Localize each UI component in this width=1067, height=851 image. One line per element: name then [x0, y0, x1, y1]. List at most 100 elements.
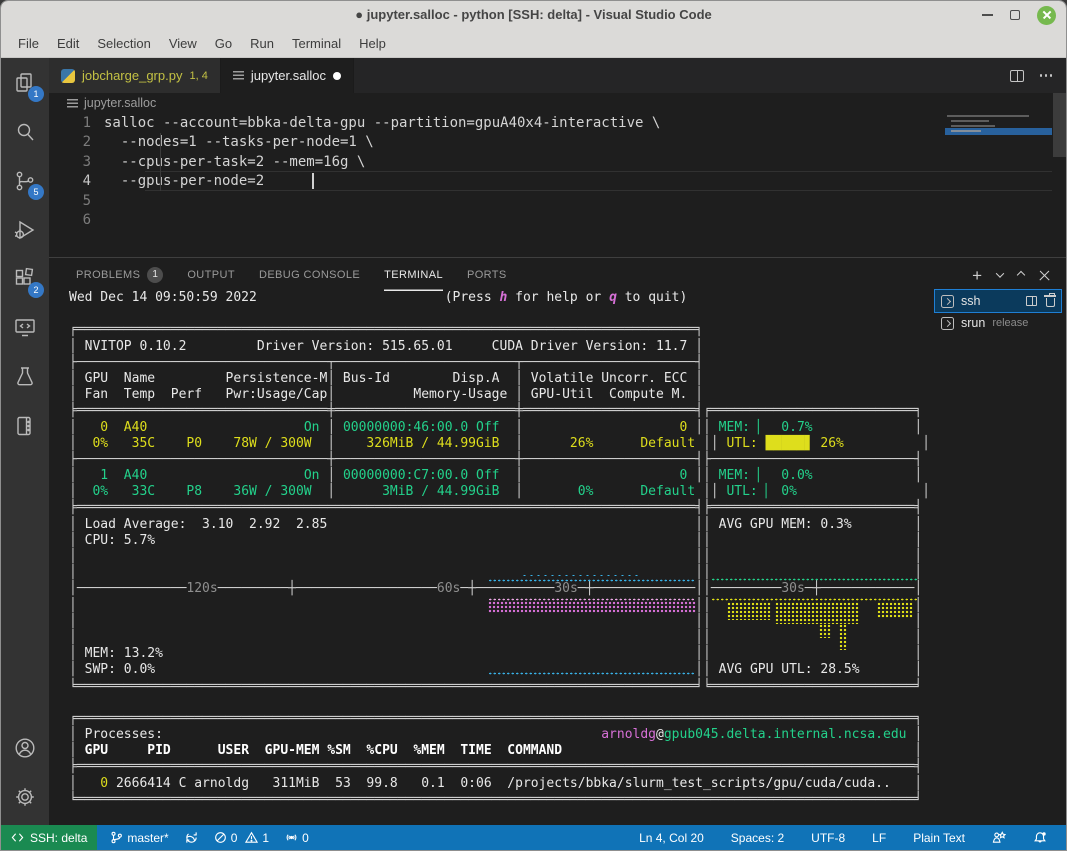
sync-indicator[interactable] — [180, 831, 203, 844]
modified-dot-icon[interactable] — [333, 72, 341, 80]
line-number: 3 — [49, 154, 99, 170]
cursor-position[interactable]: Ln 4, Col 20 — [634, 831, 709, 845]
terminal-line: ╘═══════════════════════════════════════… — [69, 679, 930, 695]
editor-line[interactable]: 2 --nodes=1 --tasks-per-node=1 \ — [49, 133, 1066, 153]
terminal-item-ssh[interactable]: ssh — [935, 290, 1061, 312]
editor-line[interactable]: 6 — [49, 211, 1066, 231]
code-text: --nodes=1 --tasks-per-node=1 \ — [104, 134, 374, 150]
git-branch-indicator[interactable]: master* — [105, 831, 173, 845]
tab-label: jupyter.salloc — [251, 68, 326, 83]
terminal-line: │ ││ │ — [69, 549, 930, 565]
language-mode[interactable]: Plain Text — [908, 831, 970, 845]
menu-selection[interactable]: Selection — [88, 36, 159, 51]
broadcast-icon — [285, 831, 298, 844]
maximize-panel-icon[interactable] — [1017, 271, 1025, 279]
tab-label: jobcharge_grp.py — [82, 68, 182, 83]
menu-terminal[interactable]: Terminal — [283, 36, 350, 51]
terminal-line: │ CPU: 5.7% ││ │ — [69, 533, 930, 549]
minimize-icon[interactable] — [982, 14, 993, 16]
gpu-util-history-graph — [877, 602, 913, 618]
menu-help[interactable]: Help — [350, 36, 395, 51]
tab-debug-console[interactable]: DEBUG CONSOLE — [259, 259, 360, 291]
notifications-bell-icon[interactable] — [1028, 831, 1052, 845]
settings-gear-icon[interactable] — [1, 772, 49, 821]
breadcrumb[interactable]: jupyter.salloc — [49, 93, 156, 113]
terminal-line: ╒═══════════════════════════════════════… — [69, 322, 930, 338]
editor-line[interactable]: 3 --cpus-per-task=2 --mem=16g \ — [49, 152, 1066, 172]
indent-guide — [160, 133, 161, 191]
terminal-item-srun[interactable]: srun release — [935, 312, 1061, 334]
status-bar: SSH: delta master* 0 1 0 Ln 4, Col 20 — [1, 825, 1066, 850]
terminal-line: │ MEM: 13.2% ││ │ — [69, 646, 930, 662]
encoding[interactable]: UTF-8 — [806, 831, 850, 845]
maximize-icon[interactable] — [1010, 10, 1020, 20]
terminal-line: ╞═══════════════════════════════════════… — [69, 500, 930, 516]
panel-divider[interactable] — [49, 257, 1066, 258]
editor-scrollbar[interactable] — [1053, 93, 1066, 157]
split-editor-icon[interactable] — [1010, 70, 1024, 82]
extensions-icon[interactable]: 2 — [1, 254, 49, 303]
gpu-util-history-graph — [839, 624, 847, 650]
terminal-line: Wed Dec 14 09:50:59 2022 (Press h for he… — [69, 290, 930, 306]
split-terminal-icon[interactable] — [1026, 296, 1037, 306]
ports-indicator[interactable]: 0 — [280, 831, 314, 845]
remote-indicator[interactable]: SSH: delta — [1, 825, 97, 850]
editor-line[interactable]: 1salloc --account=bbka-delta-gpu --parti… — [49, 113, 1066, 133]
problems-indicator[interactable]: 0 1 — [209, 831, 274, 845]
extensions-badge: 2 — [28, 282, 44, 298]
window-title: ● jupyter.salloc - python [SSH: delta] -… — [1, 1, 1066, 29]
menu-go[interactable]: Go — [206, 36, 241, 51]
explorer-icon[interactable]: 1 — [1, 58, 49, 107]
run-debug-icon[interactable] — [1, 205, 49, 254]
eol-sequence[interactable]: LF — [867, 831, 891, 845]
source-control-badge: 5 — [28, 184, 44, 200]
more-actions-icon[interactable] — [1040, 74, 1053, 77]
remote-explorer-icon[interactable] — [1, 303, 49, 352]
feedback-icon[interactable] — [987, 831, 1011, 844]
test-beaker-icon[interactable] — [1, 352, 49, 401]
mem-history-graph — [488, 601, 696, 613]
tab-problems[interactable]: PROBLEMS1 — [76, 259, 163, 291]
tab-terminal[interactable]: TERMINAL — [384, 259, 443, 291]
gpu-mem-history-graph — [711, 578, 917, 581]
terminal-line: │ 0 A40 On │ 00000000:46:00.0 Off │ 0 ││… — [69, 420, 930, 436]
line-number: 5 — [49, 193, 99, 209]
search-icon[interactable] — [1, 107, 49, 156]
source-control-icon[interactable]: 5 — [1, 156, 49, 205]
menu-edit[interactable]: Edit — [48, 36, 88, 51]
python-file-icon — [61, 69, 75, 83]
terminal-line: │ 1 A40 On │ 00000000:C7:00.0 Off │ 0 ││… — [69, 468, 930, 484]
account-icon[interactable] — [1, 723, 49, 772]
editor-line[interactable]: 5 — [49, 191, 1066, 211]
new-terminal-icon[interactable]: + — [972, 267, 982, 284]
kill-terminal-icon[interactable] — [1046, 298, 1055, 307]
tab-jupyter-salloc[interactable]: jupyter.salloc — [221, 58, 354, 93]
tab-ports[interactable]: PORTS — [467, 259, 507, 291]
line-number: 4 — [49, 173, 99, 189]
git-branch-icon — [110, 831, 123, 844]
terminal-line: ╒═══════════════════════════════════════… — [69, 711, 930, 727]
line-number: 2 — [49, 134, 99, 150]
close-panel-icon[interactable] — [1039, 270, 1050, 281]
terminal-line: ├────────────────────────────────┼──────… — [69, 452, 930, 468]
gpu-util-history-graph — [727, 602, 771, 620]
close-icon[interactable] — [1037, 6, 1056, 25]
editor[interactable]: 1salloc --account=bbka-delta-gpu --parti… — [49, 113, 1066, 257]
text-cursor — [312, 173, 314, 189]
terminal-output[interactable]: Wed Dec 14 09:50:59 2022 (Press h for he… — [69, 290, 930, 808]
tab-output[interactable]: OUTPUT — [187, 259, 235, 291]
minimap[interactable] — [945, 103, 1052, 173]
tab-jobcharge-grp-py[interactable]: jobcharge_grp.py 1, 4 — [49, 58, 221, 93]
cpu-history-peaks — [521, 574, 641, 577]
notebook-icon[interactable] — [1, 401, 49, 450]
menu-run[interactable]: Run — [241, 36, 283, 51]
menu-bar: File Edit Selection View Go Run Terminal… — [1, 29, 1066, 58]
indentation[interactable]: Spaces: 2 — [726, 831, 789, 845]
menu-view[interactable]: View — [160, 36, 206, 51]
title-bar[interactable]: ● jupyter.salloc - python [SSH: delta] -… — [1, 1, 1066, 29]
terminal-line: │ Load Average: 3.10 2.92 2.85 ││ AVG GP… — [69, 517, 930, 533]
code-text: --cpus-per-task=2 --mem=16g \ — [104, 154, 365, 170]
terminal-dropdown-icon[interactable] — [996, 269, 1004, 277]
text-file-icon — [233, 71, 244, 80]
menu-file[interactable]: File — [9, 36, 48, 51]
